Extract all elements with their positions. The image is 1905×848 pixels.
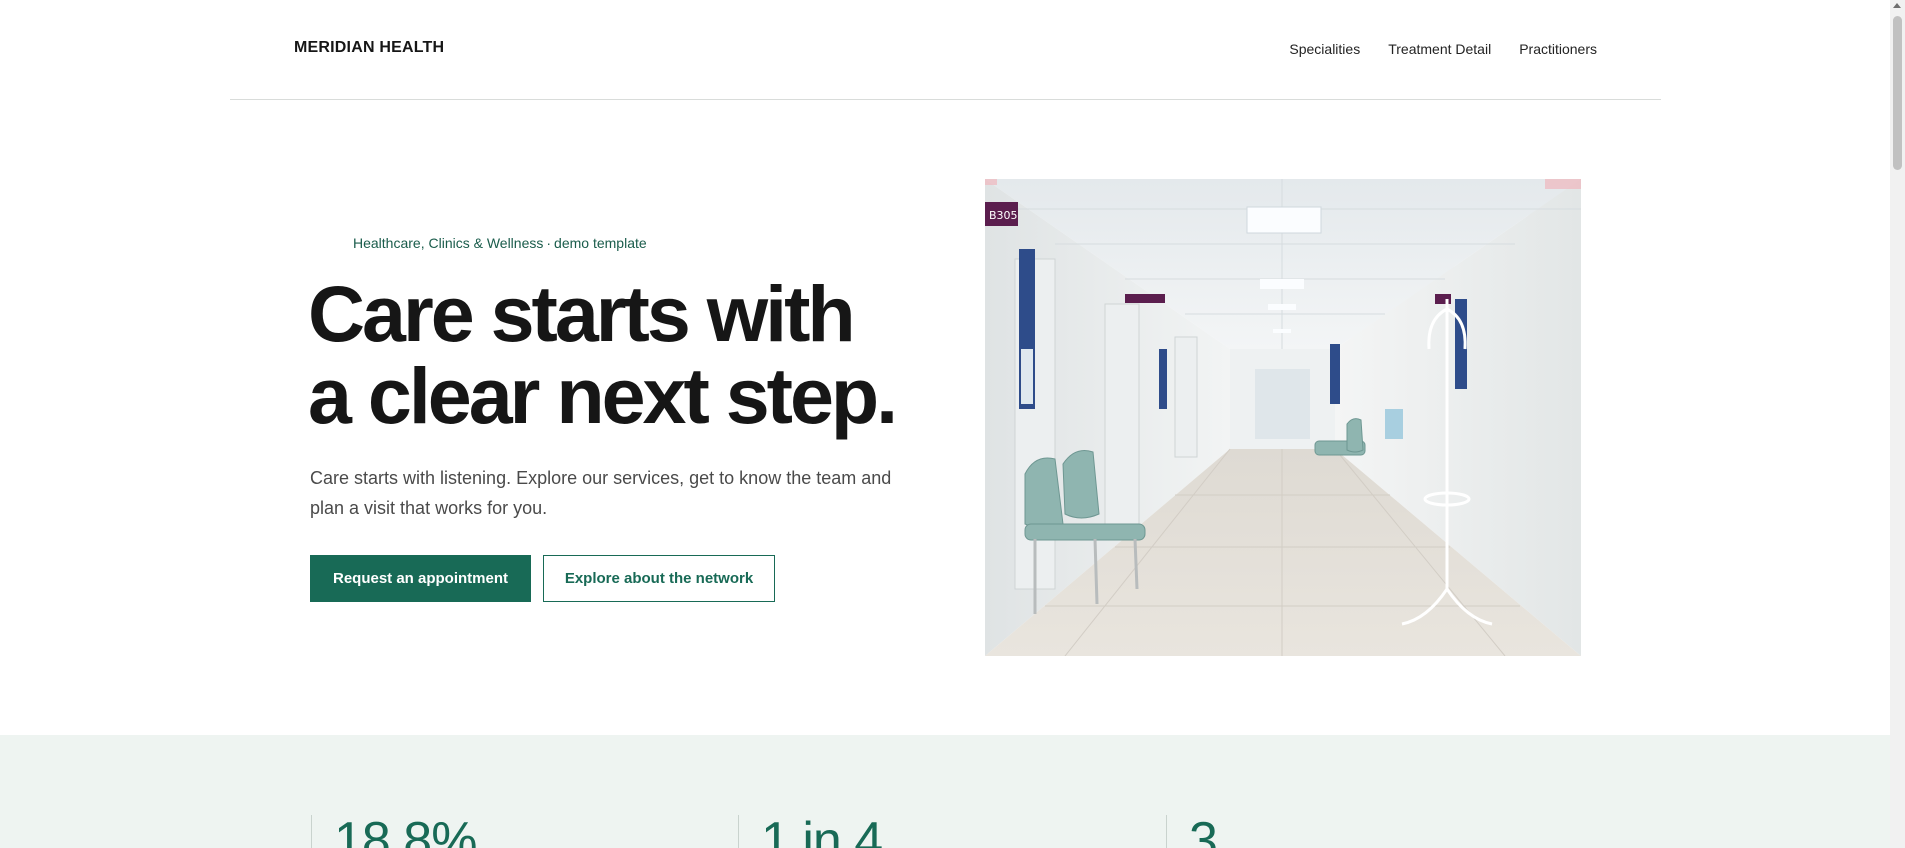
eyebrow-category: Healthcare, Clinics & Wellness: [353, 235, 544, 251]
stat-value: 1 in 4: [761, 812, 883, 848]
brand-logo[interactable]: MERIDIAN HEALTH: [294, 39, 444, 57]
hero-eyebrow: Healthcare, Clinics & Wellness · demo temp…: [353, 235, 647, 251]
main-nav: Specialities Treatment Detail Practition…: [1289, 41, 1597, 57]
hero-subtitle: Care starts with listening. Explore our …: [310, 468, 892, 518]
hero-image-hospital-corridor: B305: [985, 179, 1581, 656]
stat-value: 18.8%: [334, 812, 477, 848]
stat-item: 1 in 4: [738, 812, 883, 848]
site-header: MERIDIAN HEALTH Specialities Treatment D…: [230, 0, 1661, 100]
request-appointment-button[interactable]: Request an appointment: [310, 555, 531, 602]
nav-link-treatment-detail[interactable]: Treatment Detail: [1388, 41, 1491, 57]
hero-title-line-2: a clear next step.: [308, 351, 898, 440]
scroll-thumb[interactable]: [1893, 16, 1902, 170]
nav-link-practitioners[interactable]: Practitioners: [1519, 41, 1597, 57]
page-scrollbar[interactable]: [1890, 0, 1905, 848]
image-room-sign: B305: [989, 209, 1018, 222]
eyebrow-note: demo template: [554, 235, 647, 251]
hero-title-line-1: Care starts with: [308, 269, 856, 358]
nav-link-specialities[interactable]: Specialities: [1289, 41, 1360, 57]
stats-band: 18.8% 1 in 4 3: [0, 735, 1890, 848]
stat-value: 3: [1189, 812, 1218, 848]
stat-item: 18.8%: [311, 812, 477, 848]
hero-title: Care starts with a clear next step.: [308, 273, 948, 437]
explore-network-button[interactable]: Explore about the network: [543, 555, 775, 602]
stat-item: 3: [1166, 812, 1218, 848]
eyebrow-separator: ·: [546, 235, 552, 251]
page: MERIDIAN HEALTH Specialities Treatment D…: [0, 0, 1890, 848]
scroll-up-arrow-icon[interactable]: [1893, 3, 1901, 8]
